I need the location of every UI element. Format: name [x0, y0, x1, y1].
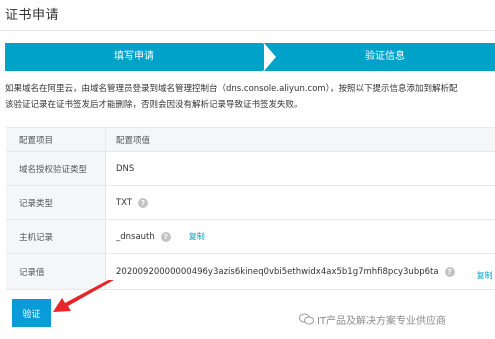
instruction-text: 如果域名在阿里云，由域名管理员登录到域名管理控制台（dns.console.al…	[5, 81, 495, 113]
watermark: IT产品及解决方案专业供应商	[299, 310, 446, 328]
step-progress: 填写申请 验证信息	[5, 43, 495, 71]
instruction-line-1: 如果域名在阿里云，由域名管理员登录到域名管理控制台（dns.console.al…	[5, 84, 458, 94]
copy-record-value-link[interactable]: 复制	[477, 270, 493, 281]
header-value: 配置项值	[116, 135, 151, 146]
table-row-verify-type: 域名授权验证类型 DNS	[6, 152, 495, 186]
row-key: 主机记录	[6, 220, 106, 253]
table-row-record-type: 记录类型 TXT ?	[6, 186, 495, 220]
row-value: TXT	[116, 197, 133, 208]
page-title: 证书申请	[5, 8, 60, 23]
row-value: DNS	[116, 163, 135, 174]
watermark-text: IT产品及解决方案专业供应商	[317, 315, 447, 327]
help-icon[interactable]: ?	[138, 197, 149, 208]
dns-record-table: 配置项目 配置项值 域名授权验证类型 DNS 记录类型 TXT ? 主机记录 _…	[6, 127, 495, 290]
row-value: 20200920000000496y3azis6kineq0vbi5ethwid…	[116, 266, 439, 277]
row-key: 记录类型	[6, 186, 106, 219]
red-arrow-annotation	[53, 280, 114, 312]
table-row-host-record: 主机记录 _dnsauth ? 复制	[6, 220, 495, 254]
row-value: _dnsauth	[116, 231, 155, 242]
table-header-row: 配置项目 配置项值	[6, 128, 495, 152]
row-key: 域名授权验证类型	[6, 152, 106, 185]
verify-button[interactable]: 验证	[12, 299, 51, 327]
step-1-label: 填写申请	[114, 51, 154, 62]
title-divider	[0, 30, 495, 31]
instruction-line-2: 该验证记录在证书签发后才能删除，否则会因没有解析记录导致证书签发失败。	[5, 100, 303, 110]
wechat-icon	[299, 313, 314, 325]
help-icon[interactable]: ?	[160, 231, 171, 242]
copy-host-record-link[interactable]: 复制	[189, 231, 205, 242]
arrow-icon	[53, 280, 114, 312]
help-icon[interactable]: ?	[444, 266, 455, 277]
header-key: 配置项目	[6, 128, 106, 151]
step-2-label: 验证信息	[365, 51, 405, 62]
